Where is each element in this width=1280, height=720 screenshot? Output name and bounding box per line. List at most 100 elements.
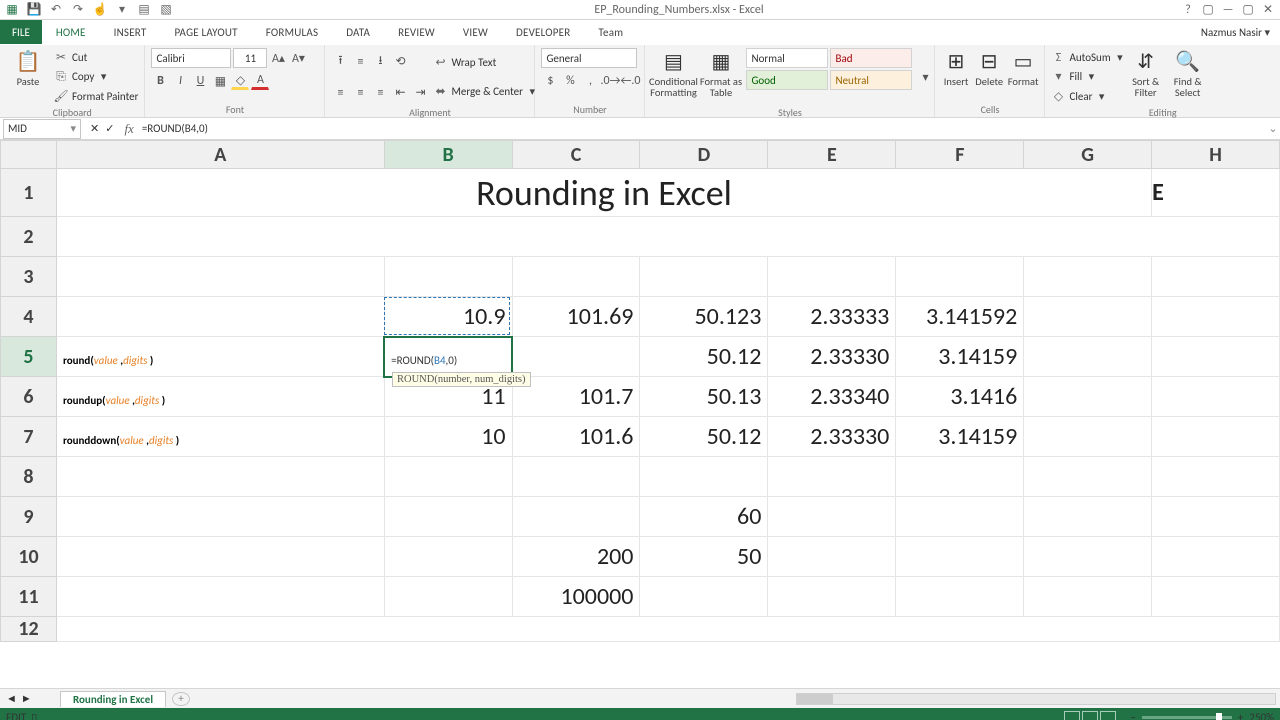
tab-developer[interactable]: DEVELOPER — [502, 20, 584, 44]
scrollbar-thumb[interactable] — [797, 694, 833, 704]
decrease-font-icon[interactable]: A▾ — [289, 49, 307, 67]
tab-page-layout[interactable]: PAGE LAYOUT — [160, 20, 251, 44]
row-header-7[interactable]: 7 — [1, 417, 57, 457]
cell-A7[interactable]: rounddown(value ,digits ) — [56, 417, 384, 457]
fx-icon[interactable]: fx — [120, 121, 137, 137]
autosum-button[interactable]: ΣAutoSum ▾ — [1051, 49, 1122, 67]
col-header-D[interactable]: D — [640, 141, 768, 169]
cell-F6[interactable]: 3.1416 — [896, 377, 1024, 417]
row-header-11[interactable]: 11 — [1, 577, 57, 617]
formula-bar-expand-icon[interactable]: ⌄ — [1266, 122, 1280, 135]
undo-icon[interactable]: ↶ — [48, 2, 64, 18]
close-icon[interactable]: ✕ — [1260, 2, 1276, 18]
row-header-12[interactable]: 12 — [1, 617, 57, 642]
decrease-indent-icon[interactable]: ⇤ — [391, 84, 409, 102]
horizontal-scrollbar[interactable] — [190, 693, 1280, 705]
cell-H1[interactable]: E — [1152, 169, 1280, 217]
view-page-break-icon[interactable] — [1100, 711, 1116, 720]
cell-D4[interactable]: 50.123 — [640, 297, 768, 337]
zoom-slider[interactable] — [1142, 716, 1232, 719]
row-header-9[interactable]: 9 — [1, 497, 57, 537]
cell-C4[interactable]: 101.69 — [512, 297, 640, 337]
name-box[interactable]: MID▾ — [3, 119, 81, 139]
save-icon[interactable]: 💾 — [26, 2, 42, 18]
row-header-8[interactable]: 8 — [1, 457, 57, 497]
insert-cells-button[interactable]: ⊞Insert — [941, 48, 970, 87]
row-header-5[interactable]: 5 — [1, 337, 57, 377]
align-center-icon[interactable]: ≡ — [351, 84, 369, 102]
italic-button[interactable]: I — [171, 72, 189, 90]
cell-C5[interactable] — [512, 337, 640, 377]
cell-D9[interactable]: 60 — [640, 497, 768, 537]
zoom-in-icon[interactable]: + — [1238, 711, 1243, 720]
minimize-icon[interactable]: — — [1220, 2, 1236, 18]
sheet-nav[interactable]: ◄► — [0, 692, 60, 705]
zoom-level[interactable]: 250% — [1249, 711, 1274, 720]
cell-row2[interactable] — [56, 217, 1279, 257]
cell-styles-gallery[interactable]: Normal Bad Good Neutral — [746, 48, 912, 90]
row-header-1[interactable]: 1 — [1, 169, 57, 217]
cell-D10[interactable]: 50 — [640, 537, 768, 577]
increase-indent-icon[interactable]: ⇥ — [411, 84, 429, 102]
zoom-out-icon[interactable]: − — [1130, 711, 1135, 720]
underline-button[interactable]: U — [191, 72, 209, 90]
style-bad[interactable]: Bad — [830, 48, 912, 68]
cell-E4[interactable]: 2.33333 — [768, 297, 896, 337]
cell-E7[interactable]: 2.33330 — [768, 417, 896, 457]
delete-cells-button[interactable]: ⊟Delete — [975, 48, 1004, 87]
col-header-B[interactable]: B — [384, 141, 512, 169]
find-select-button[interactable]: 🔍Find & Select — [1169, 48, 1207, 98]
cell-F5[interactable]: 3.14159 — [896, 337, 1024, 377]
cell-A4[interactable] — [56, 297, 384, 337]
fill-color-button[interactable]: ◇ — [231, 72, 249, 90]
tab-home[interactable]: HOME — [42, 20, 100, 44]
format-as-table-button[interactable]: ▦ Format as Table — [699, 48, 742, 98]
wrap-text-button[interactable]: ↩Wrap Text — [433, 54, 535, 72]
ribbon-options-icon[interactable]: ▢ — [1200, 2, 1216, 18]
qat-icon-1[interactable]: ▤ — [136, 2, 152, 18]
paste-button[interactable]: 📋 Paste — [6, 48, 50, 87]
merge-center-button[interactable]: ⬌Merge & Center ▾ — [433, 83, 535, 101]
font-name-combo[interactable]: Calibri — [151, 48, 231, 68]
redo-icon[interactable]: ↷ — [70, 2, 86, 18]
cell-B5-editing[interactable]: =ROUND(B4,0) — [384, 337, 512, 377]
cell-F4[interactable]: 3.141592 — [896, 297, 1024, 337]
bold-button[interactable]: B — [151, 72, 169, 90]
accounting-format-icon[interactable]: $ — [541, 72, 559, 90]
increase-decimal-icon[interactable]: .0→ — [601, 72, 619, 90]
touch-mode-icon[interactable]: ☝ — [92, 2, 108, 18]
help-icon[interactable]: ? — [1180, 2, 1196, 18]
sheet-tab-active[interactable]: Rounding in Excel — [60, 691, 166, 707]
clear-button[interactable]: ◇Clear ▾ — [1051, 87, 1122, 105]
sort-filter-button[interactable]: ⇵Sort & Filter — [1127, 48, 1165, 98]
cell-D5[interactable]: 50.12 — [640, 337, 768, 377]
enter-formula-icon[interactable]: ✓ — [105, 122, 114, 135]
align-bottom-icon[interactable]: ⭳ — [371, 53, 389, 71]
comma-format-icon[interactable]: , — [581, 72, 599, 90]
style-normal[interactable]: Normal — [746, 48, 828, 68]
style-good[interactable]: Good — [746, 70, 828, 90]
view-page-layout-icon[interactable] — [1082, 711, 1098, 720]
cancel-formula-icon[interactable]: ✕ — [90, 122, 99, 135]
account-name[interactable]: Nazmus Nasir ▾ — [1191, 20, 1280, 44]
format-painter-button[interactable]: 🖌Format Painter — [54, 87, 138, 105]
cell-B7[interactable]: 10 — [384, 417, 512, 457]
macro-record-icon[interactable]: ▯ — [31, 711, 37, 720]
tab-review[interactable]: REVIEW — [384, 20, 449, 44]
col-header-F[interactable]: F — [896, 141, 1024, 169]
font-size-combo[interactable]: 11 — [233, 48, 267, 68]
number-format-combo[interactable]: General — [541, 48, 637, 68]
sheet-nav-next-icon[interactable]: ► — [21, 692, 32, 705]
select-all-corner[interactable] — [1, 141, 57, 169]
cell-E6[interactable]: 2.33340 — [768, 377, 896, 417]
styles-more-icon[interactable]: ▾ — [916, 68, 934, 86]
align-top-icon[interactable]: ⭱ — [331, 53, 349, 71]
col-header-A[interactable]: A — [56, 141, 384, 169]
conditional-formatting-button[interactable]: ▤ Conditional Formatting — [651, 48, 695, 98]
align-right-icon[interactable]: ≡ — [371, 84, 389, 102]
increase-font-icon[interactable]: A▴ — [269, 49, 287, 67]
tab-formulas[interactable]: FORMULAS — [252, 20, 332, 44]
orientation-icon[interactable]: ⟲ — [391, 53, 409, 71]
cell-title[interactable]: Rounding in Excel — [56, 169, 1151, 217]
cell-C6[interactable]: 101.7 — [512, 377, 640, 417]
